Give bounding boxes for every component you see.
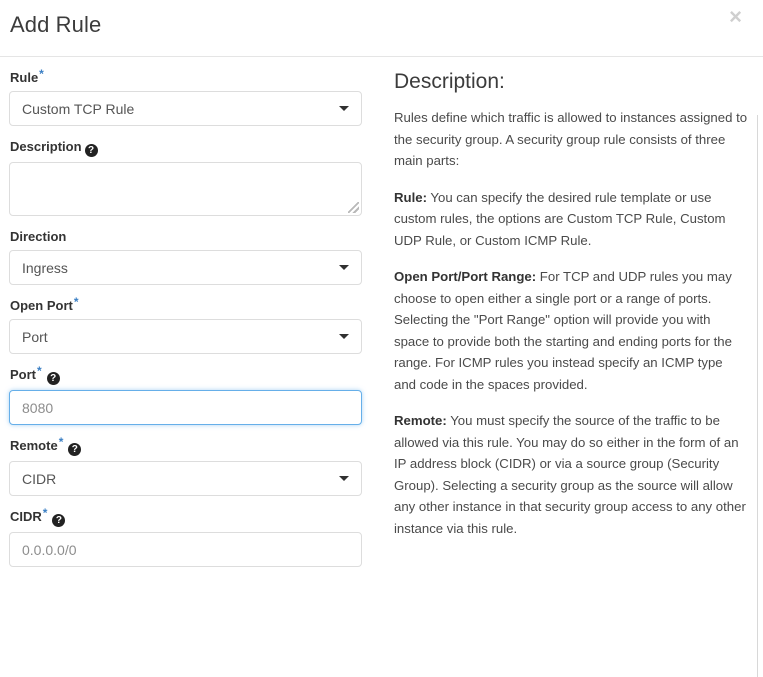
label-port-text: Port (10, 367, 36, 382)
description-textarea[interactable] (9, 162, 362, 216)
select-remote[interactable]: CIDR (9, 461, 362, 496)
field-group-remote: Remote*? CIDR (9, 435, 362, 496)
description-paragraph: Open Port/Port Range: For TCP and UDP ru… (394, 266, 748, 395)
description-paragraph: Rule: You can specify the desired rule t… (394, 187, 748, 252)
select-wrap-rule: Custom TCP Rule (9, 91, 362, 126)
port-input[interactable] (9, 390, 362, 425)
label-description-text: Description (10, 139, 82, 154)
select-wrap-open-port: Port (9, 319, 362, 354)
label-port: Port*? (10, 364, 362, 385)
close-icon[interactable]: × (725, 4, 746, 30)
panel-divider (757, 115, 758, 677)
label-remote: Remote*? (10, 435, 362, 456)
field-group-rule: Rule* Custom TCP Rule (9, 67, 362, 126)
label-rule-text: Rule (10, 70, 39, 85)
select-rule[interactable]: Custom TCP Rule (9, 91, 362, 126)
help-icon[interactable]: ? (68, 443, 82, 456)
label-cidr-text: CIDR (10, 509, 42, 524)
description-paragraph-text: You can specify the desired rule templat… (394, 189, 726, 248)
add-rule-dialog: Add Rule × Rule* Custom TCP Rule Descrip… (0, 0, 763, 677)
textarea-wrap-description (9, 162, 362, 216)
select-direction[interactable]: Ingress (9, 250, 362, 285)
select-wrap-remote: CIDR (9, 461, 362, 496)
description-paragraph-text: For TCP and UDP rules you may choose to … (394, 269, 732, 392)
help-icon[interactable]: ? (52, 514, 66, 527)
required-marker: * (37, 364, 42, 378)
cidr-input[interactable] (9, 532, 362, 567)
select-wrap-direction: Ingress (9, 250, 362, 285)
description-panel: Description: Rules define which traffic … (392, 69, 748, 554)
description-paragraph-lead: Open Port/Port Range: (394, 269, 537, 284)
field-group-direction: Direction Ingress (9, 229, 362, 285)
required-marker: * (73, 295, 79, 309)
description-title: Description: (394, 70, 505, 93)
description-paragraph-lead: Rule: (394, 189, 427, 205)
label-direction-text: Direction (10, 229, 67, 244)
field-group-open-port: Open Port* Port (9, 295, 362, 354)
required-marker: * (42, 506, 48, 520)
dialog-header: Add Rule × (0, 0, 763, 57)
page-title: Add Rule (10, 12, 102, 37)
description-paragraph: Remote: You must specify the source of t… (394, 410, 748, 539)
label-remote-text: Remote (10, 438, 58, 453)
help-icon[interactable]: ? (46, 372, 60, 385)
label-cidr: CIDR*? (10, 506, 362, 527)
required-marker: * (58, 435, 64, 449)
rule-form: Rule* Custom TCP Rule Description? Direc… (9, 67, 362, 580)
label-open-port: Open Port* (10, 295, 362, 314)
field-group-description: Description? (9, 139, 362, 216)
label-rule: Rule* (10, 67, 362, 86)
required-marker: * (39, 67, 44, 81)
field-group-cidr: CIDR*? (9, 506, 362, 567)
description-paragraph: Rules define which traffic is allowed to… (394, 107, 748, 172)
label-description: Description? (10, 139, 362, 157)
description-paragraph-lead: Remote: (394, 413, 447, 428)
field-group-port: Port*? (9, 364, 362, 425)
label-open-port-text: Open Port (10, 298, 73, 313)
dialog-body: Rule* Custom TCP Rule Description? Direc… (0, 57, 763, 677)
description-paragraph-text: You must specify the source of the traff… (394, 413, 746, 536)
description-paragraph-text: Rules define which traffic is allowed to… (394, 110, 748, 168)
help-icon[interactable]: ? (84, 144, 98, 157)
label-direction: Direction (10, 229, 362, 245)
select-open-port[interactable]: Port (9, 319, 362, 354)
